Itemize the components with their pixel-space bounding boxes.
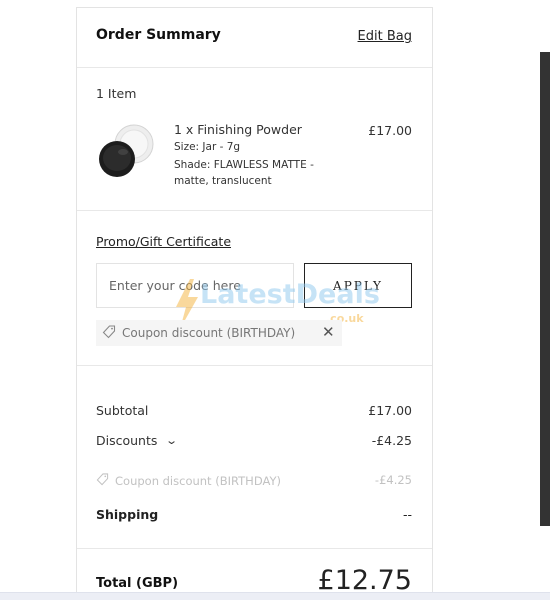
- discounts-value: -£4.25: [371, 433, 412, 448]
- applied-coupon-label: Coupon discount (BIRTHDAY): [122, 326, 296, 340]
- product-size: Size: Jar - 7g: [174, 141, 241, 153]
- total-label: Total (GBP): [96, 576, 179, 591]
- product-price: £17.00: [368, 123, 412, 138]
- tag-icon: [102, 324, 116, 342]
- discounts-label: Discounts: [96, 433, 158, 448]
- product-shade: Shade: FLAWLESS MATTE - matte, transluce…: [174, 159, 314, 187]
- promo-section: Promo/Gift Certificate APPLY LatestDeals…: [77, 211, 432, 366]
- edit-bag-link[interactable]: Edit Bag: [358, 29, 412, 44]
- coupon-discount-value: -£4.25: [374, 473, 412, 487]
- order-summary-title: Order Summary: [96, 27, 221, 43]
- applied-coupon-chip: Coupon discount (BIRTHDAY) ✕: [96, 320, 342, 346]
- item-count: 1 Item: [96, 86, 137, 101]
- page-scrollbar[interactable]: [540, 52, 550, 526]
- subtotal-row: Subtotal £17.00: [96, 403, 412, 418]
- promo-code-input[interactable]: [96, 263, 294, 308]
- totals-section: Subtotal £17.00 Discounts ⌄ -£4.25 Coupo…: [77, 366, 432, 549]
- coupon-discount-label: Coupon discount (BIRTHDAY): [115, 474, 281, 488]
- discounts-row[interactable]: Discounts ⌄ -£4.25: [96, 433, 412, 448]
- coupon-discount-row: Coupon discount (BIRTHDAY) -£4.25: [96, 473, 412, 489]
- subtotal-label: Subtotal: [96, 403, 149, 418]
- product-name[interactable]: 1 x Finishing Powder: [174, 122, 302, 137]
- powder-jar-icon: [97, 122, 157, 182]
- chevron-down-icon[interactable]: ⌄: [166, 434, 179, 447]
- promo-gift-certificate-link[interactable]: Promo/Gift Certificate: [96, 234, 231, 249]
- items-section: 1 Item 1 x Finishing Powder Size: Jar - …: [77, 68, 432, 211]
- order-summary-header: Order Summary Edit Bag: [77, 8, 432, 68]
- tag-icon: [96, 473, 109, 489]
- apply-button[interactable]: APPLY: [304, 263, 412, 308]
- bottom-bar: [0, 592, 550, 600]
- subtotal-value: £17.00: [368, 403, 412, 418]
- close-icon[interactable]: ✕: [322, 323, 335, 341]
- shipping-label: Shipping: [96, 507, 159, 522]
- order-summary-panel: Order Summary Edit Bag 1 Item 1 x Finish…: [76, 7, 433, 600]
- shipping-value: --: [402, 507, 412, 522]
- shipping-row: Shipping --: [96, 507, 412, 522]
